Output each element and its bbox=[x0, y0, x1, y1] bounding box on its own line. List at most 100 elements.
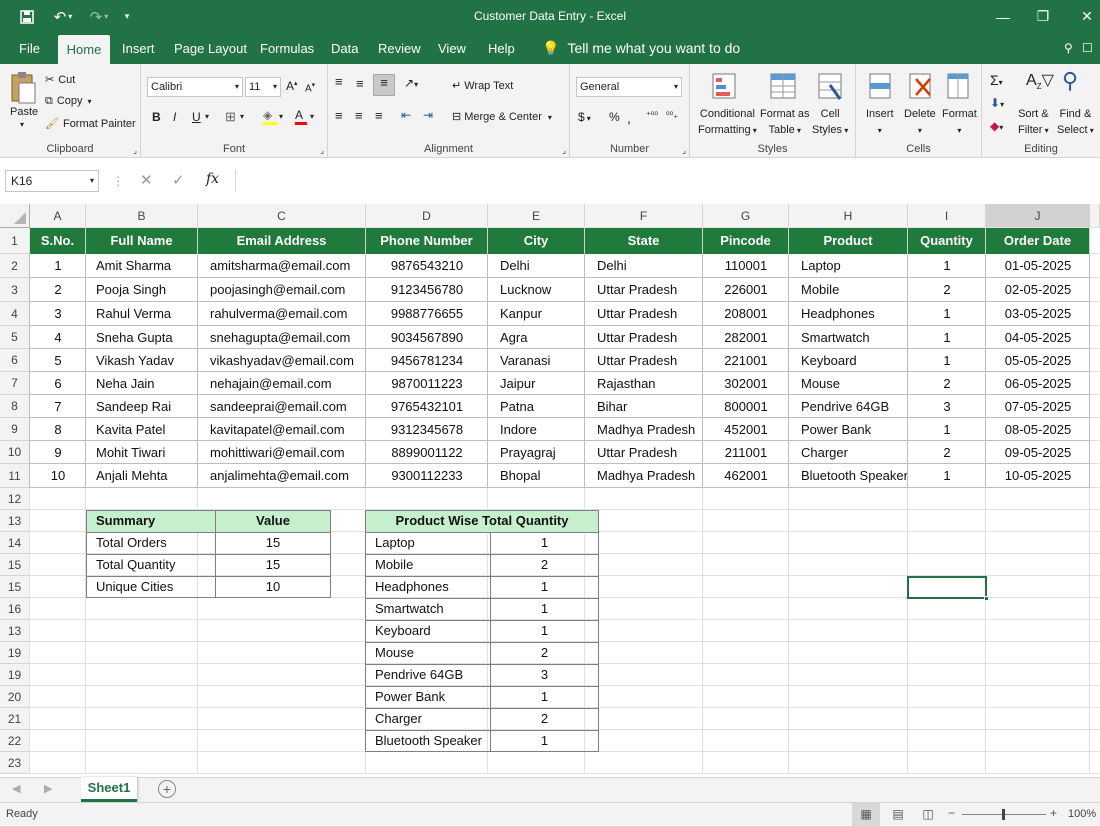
increase-decimal-icon[interactable]: ⁺⁰⁰ bbox=[646, 110, 658, 121]
add-sheet-icon[interactable]: + bbox=[158, 780, 176, 798]
row-header[interactable]: 19 bbox=[0, 664, 30, 686]
column-header-h[interactable]: H bbox=[789, 204, 908, 228]
fill-dropdown-icon[interactable]: ▾ bbox=[279, 112, 283, 121]
row-header[interactable]: 3 bbox=[0, 278, 30, 302]
autosum-icon[interactable]: Σ▾ bbox=[990, 72, 1003, 88]
column-header-j[interactable]: J bbox=[986, 204, 1090, 228]
paste-dropdown-icon[interactable]: ▾ bbox=[20, 120, 24, 129]
dialog-launcher-icon[interactable]: ⌟ bbox=[133, 146, 137, 155]
tab-data[interactable]: Data bbox=[323, 33, 366, 64]
format-cells-button[interactable]: Format ▾ bbox=[942, 106, 977, 139]
row-header[interactable]: 13 bbox=[0, 510, 30, 532]
merge-center-button[interactable]: ⊟ Merge & Center ▾ bbox=[452, 110, 552, 123]
font-color-icon[interactable]: A bbox=[295, 108, 307, 125]
row-header[interactable]: 20 bbox=[0, 686, 30, 708]
page-layout-view-icon[interactable]: ▤ bbox=[886, 803, 910, 826]
wrap-text-button[interactable]: ↵ Wrap Text bbox=[452, 79, 513, 92]
italic-icon[interactable]: I bbox=[173, 110, 176, 124]
column-header-b[interactable]: B bbox=[86, 204, 198, 228]
cut-button[interactable]: ✂ Cut bbox=[45, 73, 75, 86]
insert-function-icon[interactable]: fx bbox=[206, 171, 219, 187]
bold-icon[interactable]: B bbox=[152, 110, 161, 124]
row-header[interactable]: 21 bbox=[0, 708, 30, 730]
column-header-f[interactable]: F bbox=[585, 204, 703, 228]
increase-indent-icon[interactable]: ⇥ bbox=[423, 108, 433, 122]
row-header[interactable]: 11 bbox=[0, 464, 30, 488]
fill-color-icon[interactable]: ◈ bbox=[263, 108, 277, 125]
delete-cells-button[interactable]: Delete ▾ bbox=[904, 106, 936, 139]
prev-sheet-icon[interactable]: ◀ bbox=[12, 782, 20, 795]
find-magnifier-icon[interactable]: ⚲ bbox=[1062, 68, 1078, 94]
format-painter-button[interactable]: 🖌 Format Painter bbox=[45, 117, 136, 130]
row-header[interactable]: 2 bbox=[0, 254, 30, 278]
tab-page-layout[interactable]: Page Layout bbox=[166, 33, 255, 64]
sheet-tab-sheet1[interactable]: Sheet1 bbox=[81, 777, 137, 802]
tab-file[interactable]: File bbox=[11, 33, 48, 64]
column-header-e[interactable]: E bbox=[488, 204, 585, 228]
font-color-dropdown-icon[interactable]: ▾ bbox=[310, 112, 314, 121]
page-break-view-icon[interactable]: ◫ bbox=[916, 803, 940, 826]
column-header-c[interactable]: C bbox=[198, 204, 366, 228]
row-header[interactable]: 15 bbox=[0, 576, 30, 598]
decrease-indent-icon[interactable]: ⇤ bbox=[401, 108, 411, 122]
select-all-corner[interactable] bbox=[0, 204, 30, 228]
number-format-select[interactable]: General ▾ bbox=[576, 77, 682, 97]
row-header[interactable]: 9 bbox=[0, 418, 30, 441]
format-as-table-button[interactable]: Format as Table ▾ bbox=[760, 106, 810, 139]
middle-align-icon[interactable]: ≡ bbox=[356, 76, 364, 91]
borders-icon[interactable]: ⊞ bbox=[225, 109, 236, 125]
zoom-out-icon[interactable]: − bbox=[948, 806, 955, 820]
close-icon[interactable]: ✕ bbox=[1064, 0, 1100, 33]
decrease-font-icon[interactable]: A▾ bbox=[305, 81, 315, 94]
underline-dropdown-icon[interactable]: ▾ bbox=[205, 112, 209, 121]
increase-font-icon[interactable]: A▴ bbox=[286, 79, 298, 93]
next-sheet-icon[interactable]: ▶ bbox=[44, 782, 52, 795]
fill-handle[interactable] bbox=[984, 596, 989, 601]
orientation-icon[interactable]: ↗▾ bbox=[404, 76, 418, 90]
paste-button[interactable]: Paste bbox=[10, 106, 38, 118]
find-select-button[interactable]: Find & Select ▾ bbox=[1057, 106, 1094, 139]
tab-review[interactable]: Review bbox=[370, 33, 429, 64]
align-left-icon[interactable]: ≡ bbox=[335, 108, 343, 123]
insert-cells-button[interactable]: Insert ▾ bbox=[866, 106, 894, 139]
sort-filter-icon[interactable]: AZ▽ bbox=[1026, 70, 1054, 91]
row-header[interactable]: 19 bbox=[0, 642, 30, 664]
decrease-decimal-icon[interactable]: ⁰⁰₊ bbox=[666, 110, 678, 121]
row-header[interactable]: 13 bbox=[0, 620, 30, 642]
font-size-select[interactable]: 11 ▾ bbox=[245, 77, 281, 97]
top-align-icon[interactable]: ≡ bbox=[335, 74, 343, 89]
name-box[interactable]: K16 ▾ bbox=[5, 170, 99, 192]
cancel-icon[interactable]: ✕ bbox=[140, 171, 153, 189]
normal-view-icon[interactable]: ▦ bbox=[852, 803, 880, 826]
dialog-launcher-icon[interactable]: ⌟ bbox=[320, 146, 324, 155]
conditional-formatting-button[interactable]: Conditional Formatting ▾ bbox=[698, 106, 757, 139]
row-header[interactable]: 4 bbox=[0, 302, 30, 326]
fill-icon[interactable]: ⬇▾ bbox=[990, 96, 1004, 110]
tab-view[interactable]: View bbox=[430, 33, 474, 64]
row-header[interactable]: 16 bbox=[0, 598, 30, 620]
row-header[interactable]: 12 bbox=[0, 488, 30, 510]
underline-icon[interactable]: U bbox=[192, 110, 201, 124]
row-header[interactable]: 10 bbox=[0, 441, 30, 464]
row-header[interactable]: 1 bbox=[0, 228, 30, 254]
row-header[interactable]: 14 bbox=[0, 532, 30, 554]
copy-button[interactable]: ⧉ Copy ▾ bbox=[45, 95, 92, 108]
zoom-in-icon[interactable]: + bbox=[1050, 806, 1057, 820]
comma-icon[interactable]: , bbox=[627, 110, 631, 126]
tab-help[interactable]: Help bbox=[480, 33, 523, 64]
column-header-g[interactable]: G bbox=[703, 204, 789, 228]
row-header[interactable]: 7 bbox=[0, 372, 30, 395]
align-right-icon[interactable]: ≡ bbox=[375, 108, 383, 123]
tab-insert[interactable]: Insert bbox=[114, 33, 163, 64]
column-header-i[interactable]: I bbox=[908, 204, 986, 228]
tab-formulas[interactable]: Formulas bbox=[252, 33, 322, 64]
enter-icon[interactable]: ✓ bbox=[172, 171, 185, 189]
column-header-k[interactable] bbox=[1090, 204, 1100, 228]
restore-icon[interactable]: ❐ bbox=[1020, 0, 1066, 33]
formula-input[interactable] bbox=[235, 170, 1100, 192]
row-header[interactable]: 22 bbox=[0, 730, 30, 752]
row-header[interactable]: 23 bbox=[0, 752, 30, 774]
currency-icon[interactable]: $ ▾ bbox=[578, 110, 591, 124]
cell-styles-button[interactable]: Cell Styles ▾ bbox=[812, 106, 848, 139]
dialog-launcher-icon[interactable]: ⌟ bbox=[682, 146, 686, 155]
